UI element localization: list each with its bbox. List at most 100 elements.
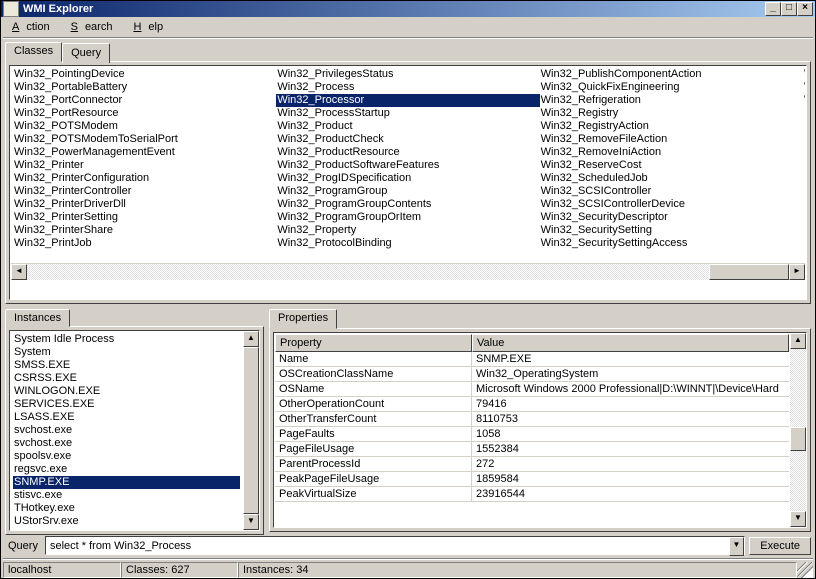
class-item[interactable]: Win32_PortConnector	[13, 94, 276, 107]
property-row[interactable]: OtherTransferCount8110753	[275, 412, 789, 427]
execute-button[interactable]: Execute	[749, 537, 811, 555]
property-row[interactable]: OSNameMicrosoft Windows 2000 Professiona…	[275, 382, 789, 397]
class-item[interactable]: Win32_SecuritySettingAccess	[540, 237, 803, 250]
instance-item[interactable]: System Idle Process	[13, 333, 240, 346]
query-input[interactable]	[46, 537, 729, 554]
hscroll-thumb[interactable]	[709, 264, 789, 280]
class-item[interactable]: Win32_SCSIController	[540, 185, 803, 198]
class-item[interactable]: Win32_ProcessStartup	[276, 107, 539, 120]
class-item[interactable]: Win32_Processor	[276, 94, 539, 107]
scroll-down-icon[interactable]: ▼	[243, 514, 259, 530]
class-item[interactable]: Win32_POTSModem	[13, 120, 276, 133]
tab-classes[interactable]: Classes	[5, 42, 62, 62]
scroll-down-icon[interactable]: ▼	[790, 511, 806, 527]
instances-vscroll[interactable]: ▲ ▼	[243, 331, 259, 530]
properties-vscroll[interactable]: ▲ ▼	[790, 333, 806, 527]
instance-item[interactable]: UStorSrv.exe	[13, 515, 240, 528]
tab-query[interactable]: Query	[62, 43, 110, 63]
class-item[interactable]: Win32_PortResource	[13, 107, 276, 120]
property-row[interactable]: PeakVirtualSize23916544	[275, 487, 789, 502]
class-item[interactable]: Win32_Registry	[540, 107, 803, 120]
instance-item[interactable]: LSASS.EXE	[13, 411, 240, 424]
class-item[interactable]: Win32_RemoveFileAction	[540, 133, 803, 146]
scroll-up-icon[interactable]: ▲	[243, 331, 259, 347]
class-item[interactable]: Win32_ReserveCost	[540, 159, 803, 172]
class-item[interactable]: Win32_ProtocolBinding	[276, 237, 539, 250]
class-item[interactable]: Win32_ProductCheck	[276, 133, 539, 146]
instance-item[interactable]: svchost.exe	[13, 424, 240, 437]
class-item[interactable]: Win32_PrinterDriverDll	[13, 198, 276, 211]
class-item[interactable]: Win32_RegistryAction	[540, 120, 803, 133]
vscroll-thumb[interactable]	[790, 427, 806, 451]
class-item[interactable]: Win32_ProgramGroup	[276, 185, 539, 198]
menu-help[interactable]: Help	[126, 19, 177, 35]
class-item[interactable]: Win32_PortableBattery	[13, 81, 276, 94]
classes-list[interactable]: Win32_PointingDeviceWin32_PortableBatter…	[11, 67, 805, 263]
instance-item[interactable]: THotkey.exe	[13, 502, 240, 515]
class-item[interactable]: Win32_ProductResource	[276, 146, 539, 159]
col-value[interactable]: Value	[472, 334, 789, 352]
instance-item[interactable]: WINLOGON.EXE	[13, 385, 240, 398]
query-dropdown-icon[interactable]: ▼	[729, 537, 745, 556]
instance-item[interactable]: SMSS.EXE	[13, 359, 240, 372]
instance-item[interactable]: svchost.exe	[13, 437, 240, 450]
tab-properties[interactable]: Properties	[269, 309, 337, 329]
class-item[interactable]: Win32_ScheduledJob	[540, 172, 803, 185]
instance-item[interactable]: spoolsv.exe	[13, 450, 240, 463]
menu-search[interactable]: Search	[64, 19, 127, 35]
class-item[interactable]: Win32_SecuritySettingGroup	[803, 81, 805, 94]
class-item[interactable]: Win32_Property	[276, 224, 539, 237]
class-item[interactable]: Win32_SecuritySetting	[540, 224, 803, 237]
class-item[interactable]: Win32_RemoveIniAction	[540, 146, 803, 159]
class-item[interactable]: Win32_QuickFixEngineering	[540, 81, 803, 94]
property-row[interactable]: PeakPageFileUsage1859584	[275, 472, 789, 487]
vscroll-thumb[interactable]	[243, 347, 259, 514]
property-row[interactable]: PageFaults1058	[275, 427, 789, 442]
property-row[interactable]: OSCreationClassNameWin32_OperatingSystem	[275, 367, 789, 382]
instance-item[interactable]: regsvc.exe	[13, 463, 240, 476]
class-item[interactable]: Win32_Product	[276, 120, 539, 133]
class-item[interactable]: Win32_PublishComponentAction	[540, 68, 803, 81]
class-item[interactable]: Win32_SecuritySettingOfLogicalFile	[803, 94, 805, 107]
class-item[interactable]: Win32_PrinterConfiguration	[13, 172, 276, 185]
resize-grip[interactable]	[797, 562, 813, 578]
class-item[interactable]: Win32_POTSModemToSerialPort	[13, 133, 276, 146]
class-item[interactable]: Win32_SecurityDescriptor	[540, 211, 803, 224]
instance-item[interactable]: stisvc.exe	[13, 489, 240, 502]
scroll-left-icon[interactable]: ◄	[11, 264, 27, 280]
property-row[interactable]: OtherOperationCount79416	[275, 397, 789, 412]
class-item[interactable]: Win32_Refrigeration	[540, 94, 803, 107]
class-item[interactable]: Win32_ProgIDSpecification	[276, 172, 539, 185]
instances-list[interactable]: System Idle ProcessSystemSMSS.EXECSRSS.E…	[11, 332, 242, 529]
property-row[interactable]: ParentProcessId272	[275, 457, 789, 472]
col-property[interactable]: Property	[275, 334, 472, 352]
class-item[interactable]: Win32_PrinterController	[13, 185, 276, 198]
class-item[interactable]: Win32_SCSIControllerDevice	[540, 198, 803, 211]
menu-action[interactable]: Action	[5, 19, 64, 35]
scroll-up-icon[interactable]: ▲	[790, 333, 806, 349]
tab-instances[interactable]: Instances	[5, 309, 70, 327]
class-item[interactable]: Win32_ProgramGroupContents	[276, 198, 539, 211]
class-item[interactable]: Win32_SecuritySettingAuditing	[803, 68, 805, 81]
minimize-button[interactable]: _	[765, 2, 781, 16]
class-item[interactable]: Win32_ProductSoftwareFeatures	[276, 159, 539, 172]
instance-item[interactable]: CSRSS.EXE	[13, 372, 240, 385]
class-item[interactable]: Win32_PrinterSetting	[13, 211, 276, 224]
class-item[interactable]: Win32_PowerManagementEvent	[13, 146, 276, 159]
maximize-button[interactable]: □	[781, 2, 797, 16]
class-item[interactable]: Win32_Process	[276, 81, 539, 94]
class-item[interactable]: Win32_ProgramGroupOrItem	[276, 211, 539, 224]
class-item[interactable]: Win32_PrinterShare	[13, 224, 276, 237]
class-item[interactable]: Win32_PrintJob	[13, 237, 276, 250]
classes-hscroll[interactable]: ◄ ►	[11, 263, 805, 279]
property-row[interactable]: NameSNMP.EXE	[275, 352, 789, 367]
scroll-right-icon[interactable]: ►	[789, 264, 805, 280]
class-item[interactable]: Win32_PointingDevice	[13, 68, 276, 81]
properties-table[interactable]: NameSNMP.EXEOSCreationClassNameWin32_Ope…	[275, 352, 789, 502]
instance-item[interactable]: SERVICES.EXE	[13, 398, 240, 411]
class-item[interactable]: Win32_PrivilegesStatus	[276, 68, 539, 81]
instance-item[interactable]: System	[13, 346, 240, 359]
instance-item[interactable]: SNMP.EXE	[13, 476, 240, 489]
property-row[interactable]: PageFileUsage1552384	[275, 442, 789, 457]
class-item[interactable]: Win32_Printer	[13, 159, 276, 172]
